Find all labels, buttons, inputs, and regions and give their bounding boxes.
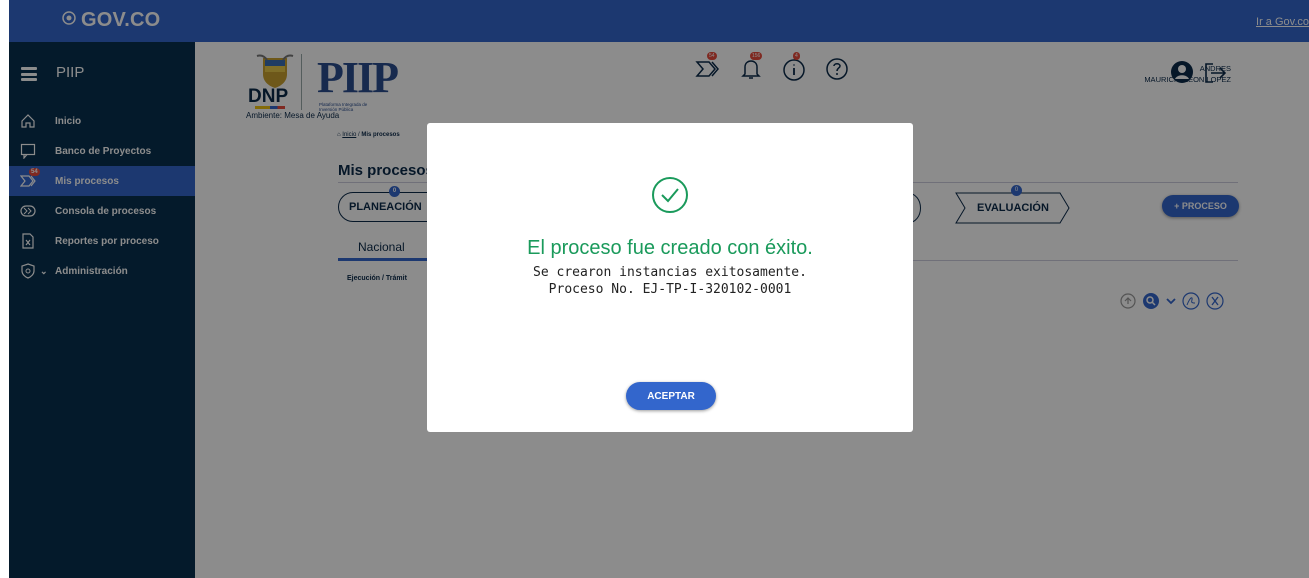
app-frame: GOV.CO Ir a Gov.co PIIP Inicio Banco de … <box>0 0 1309 578</box>
left-edge-strip <box>0 0 9 578</box>
modal-message-line1: Se crearon instancias exitosamente. <box>533 265 807 280</box>
success-check-icon <box>652 177 688 213</box>
modal-title: El proceso fue creado con éxito. <box>527 237 813 259</box>
accept-button[interactable]: ACEPTAR <box>626 382 716 410</box>
success-modal: El proceso fue creado con éxito. Se crea… <box>427 123 913 432</box>
modal-message-line2: Proceso No. EJ-TP-I-320102-0001 <box>548 282 792 297</box>
